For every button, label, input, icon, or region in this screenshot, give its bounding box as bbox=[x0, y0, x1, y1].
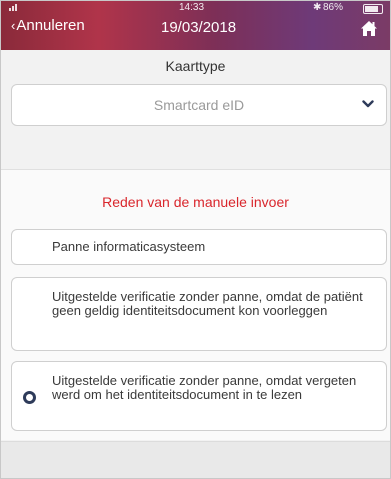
home-icon[interactable] bbox=[360, 20, 378, 37]
manual-entry-heading: Reden van de manuele invoer bbox=[102, 194, 289, 210]
card-type-label: Kaarttype bbox=[165, 58, 226, 74]
reason-option-label: Uitgestelde verificatie zonder panne, om… bbox=[52, 289, 363, 318]
app-screen: 14:33 ✱ 86% ‹Annuleren 19/03/2018 Kaartt… bbox=[0, 0, 391, 479]
battery-icon bbox=[363, 4, 383, 14]
cancel-button[interactable]: ‹Annuleren bbox=[11, 17, 85, 34]
battery-percentage: 86% bbox=[323, 2, 344, 13]
cancel-label: Annuleren bbox=[16, 17, 85, 34]
reason-option-label: Uitgestelde verificatie zonder panne, om… bbox=[52, 373, 357, 402]
status-time: 14:33 bbox=[179, 2, 205, 13]
bluetooth-icon: ✱ bbox=[313, 2, 322, 13]
chevron-down-icon bbox=[362, 100, 374, 108]
reason-option-forgot-to-read-id[interactable]: Uitgestelde verificatie zonder panne, om… bbox=[11, 361, 387, 431]
chevron-left-icon: ‹ bbox=[11, 18, 16, 33]
card-type-selected-value: Smartcard eID bbox=[153, 97, 245, 113]
card-type-select[interactable]: Smartcard eID bbox=[11, 84, 387, 126]
signal-strength-icon bbox=[9, 4, 17, 11]
reason-option-system-failure[interactable]: Panne informaticasysteem bbox=[11, 229, 387, 265]
navigation-header: 14:33 ✱ 86% ‹Annuleren 19/03/2018 bbox=[1, 1, 390, 50]
section-divider bbox=[1, 134, 390, 168]
status-bar: 14:33 ✱ 86% bbox=[1, 1, 390, 15]
radio-selected-icon[interactable] bbox=[23, 391, 36, 404]
reason-option-no-valid-id[interactable]: Uitgestelde verificatie zonder panne, om… bbox=[11, 277, 387, 351]
bottom-area bbox=[1, 441, 390, 478]
reason-option-label: Panne informaticasysteem bbox=[52, 239, 206, 254]
header-date: 19/03/2018 bbox=[161, 19, 237, 36]
